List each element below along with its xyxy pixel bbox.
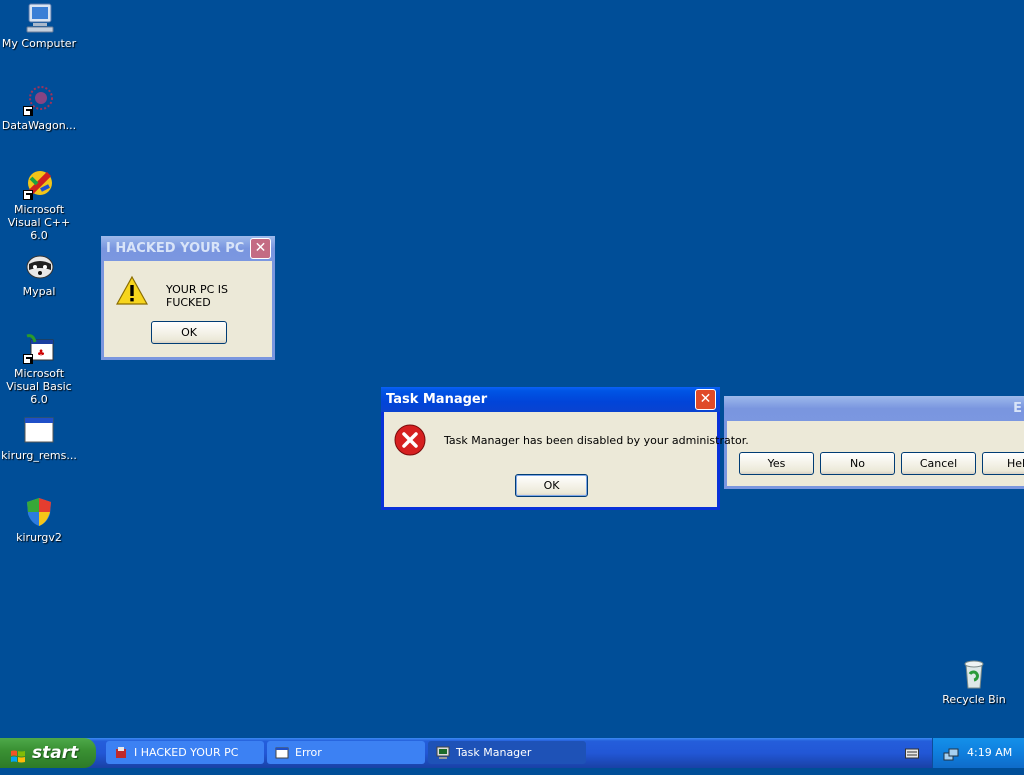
desktop-icon-kirurgv2[interactable]: kirurgv2: [0, 496, 78, 544]
dialog-title-bar[interactable]: Task Manager ✕: [381, 387, 720, 412]
taskbar-button-error[interactable]: Error: [267, 741, 425, 764]
desktop-icon-label: DataWagon...: [1, 119, 77, 132]
start-button[interactable]: start: [0, 738, 96, 768]
visual-cpp-icon: [23, 168, 55, 200]
window-icon: [275, 745, 289, 759]
desktop-icon-kirurg-rems[interactable]: kirurg_rems...: [0, 414, 78, 462]
desktop-icon-label: Mypal: [22, 285, 56, 298]
desktop-icon-mypal[interactable]: Mypal: [0, 250, 78, 298]
desktop-icon-label: My Computer: [1, 37, 77, 50]
dialog-title: E: [1013, 401, 1022, 416]
mypal-icon: [23, 250, 55, 282]
dialog-title-bar[interactable]: I HACKED YOUR PC ✕: [101, 236, 275, 261]
taskbar-button-hacked[interactable]: I HACKED YOUR PC: [106, 741, 264, 764]
error-icon: [394, 424, 426, 456]
desktop-icon-label: Microsoft Visual Basic 6.0: [6, 367, 72, 406]
windows-flag-icon: [10, 745, 26, 763]
desktop-icon-label: kirurgv2: [16, 531, 62, 544]
dialog-title: I HACKED YOUR PC: [106, 241, 245, 256]
task-manager-icon: [436, 745, 450, 759]
help-button[interactable]: Hel: [982, 452, 1024, 475]
dialog-hacked[interactable]: I HACKED YOUR PC ✕ YOUR PC IS FUCKED OK: [101, 236, 275, 360]
no-button[interactable]: No: [820, 452, 895, 475]
shortcut-arrow-icon: [23, 106, 33, 116]
desktop-icon-my-computer[interactable]: My Computer: [0, 2, 78, 50]
taskbar-button-label: Error: [295, 746, 322, 759]
datawagon-icon: [23, 84, 55, 116]
dialog-title-bar[interactable]: E: [724, 396, 1024, 421]
desktop-icon-visual-basic[interactable]: ♣ Microsoft Visual Basic 6.0: [0, 332, 78, 406]
desktop-icon-label: Microsoft Visual C++ 6.0: [7, 203, 71, 242]
keyboard-icon[interactable]: [905, 747, 919, 759]
shield-icon: [23, 496, 55, 528]
desktop-icon-recycle-bin[interactable]: Recycle Bin: [935, 658, 1013, 706]
program-window-icon: [23, 414, 55, 446]
close-icon: ✕: [254, 240, 267, 256]
system-tray: 4:19 AM: [932, 738, 1024, 768]
desktop-icon-label: kirurg_rems...: [1, 449, 77, 462]
app-icon: [114, 745, 128, 759]
svg-text:♣: ♣: [37, 349, 45, 359]
shortcut-arrow-icon: [23, 190, 33, 200]
warning-icon: [115, 275, 149, 307]
recycle-bin-icon: [958, 658, 990, 690]
dialog-message: Task Manager has been disabled by your a…: [444, 434, 749, 447]
taskbar-button-task-manager[interactable]: Task Manager: [428, 741, 586, 764]
cancel-button[interactable]: Cancel: [901, 452, 976, 475]
close-button[interactable]: ✕: [250, 238, 271, 259]
network-icon[interactable]: [943, 745, 959, 761]
dialog-task-manager[interactable]: Task Manager ✕ Task Manager has been dis…: [381, 387, 749, 510]
my-computer-icon: [23, 2, 55, 34]
ok-button[interactable]: OK: [151, 321, 227, 344]
close-icon: ✕: [699, 391, 712, 407]
desktop-icon-visual-cpp[interactable]: Microsoft Visual C++ 6.0: [0, 168, 78, 242]
close-button[interactable]: ✕: [695, 389, 716, 410]
clock[interactable]: 4:19 AM: [967, 746, 1012, 759]
taskbar-button-label: I HACKED YOUR PC: [134, 746, 239, 759]
visual-basic-icon: ♣: [23, 332, 55, 364]
dialog-title: Task Manager: [386, 392, 488, 407]
taskbar: start I HACKED YOUR PC Error Task Manage…: [0, 738, 1024, 768]
start-label: start: [32, 743, 79, 763]
ok-button[interactable]: OK: [515, 474, 588, 497]
desktop-icon-label: Recycle Bin: [942, 693, 1006, 706]
desktop-icon-datawagon[interactable]: DataWagon...: [0, 84, 78, 132]
taskbar-button-label: Task Manager: [456, 746, 532, 759]
dialog-message: YOUR PC IS FUCKED: [166, 283, 229, 309]
dialog-error[interactable]: E Yes No Cancel Hel: [724, 396, 1024, 489]
shortcut-arrow-icon: [23, 354, 33, 364]
yes-button[interactable]: Yes: [739, 452, 814, 475]
